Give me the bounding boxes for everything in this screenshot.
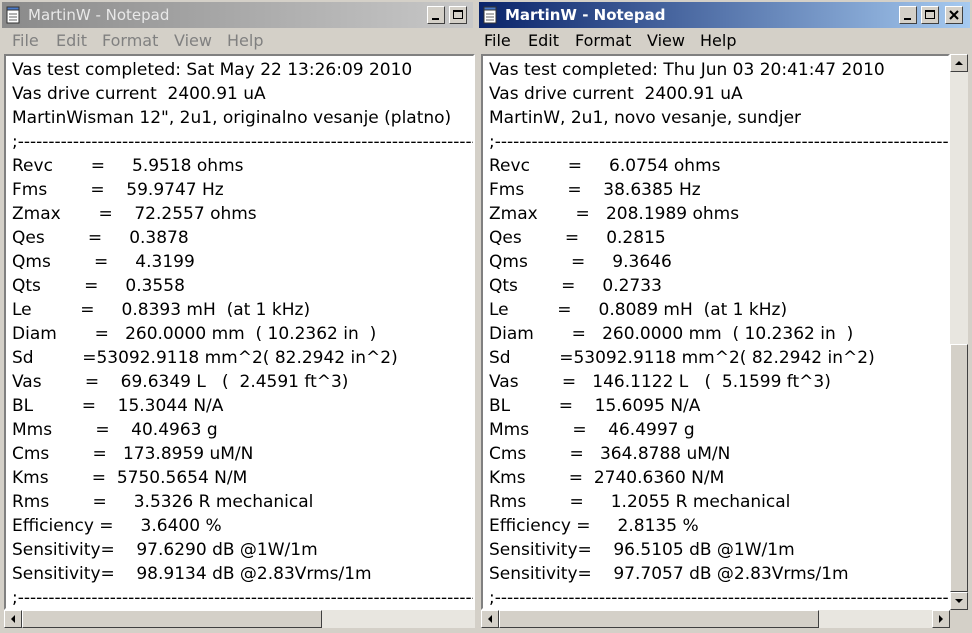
text-line: ;---------------------------------------…: [489, 132, 949, 152]
text-line: Rms = 1.2055 R mechanical: [489, 492, 791, 512]
close-button[interactable]: [945, 6, 963, 24]
menu-file[interactable]: File: [12, 31, 39, 50]
text-line: Sd =53092.9118 mm^2( 82.2942 in^2): [12, 348, 398, 368]
text-line: MartinW, 2u1, novo vesanje, sundjer: [489, 108, 802, 128]
text-line: Qms = 4.3199: [12, 252, 195, 272]
text-line: MartinWisman 12", 2u1, originalno vesanj…: [12, 108, 452, 128]
text-line: Cms = 173.8959 uM/N: [12, 444, 254, 464]
menu-help[interactable]: Help: [700, 31, 736, 50]
horizontal-scrollbar[interactable]: [4, 610, 475, 628]
text-line: Vas = 146.1122 L ( 5.1599 ft^3): [489, 372, 831, 392]
minimize-button[interactable]: [427, 6, 445, 24]
text-line: BL = 15.6095 N/A: [489, 396, 701, 416]
menu-file[interactable]: File: [484, 31, 511, 50]
text-line: Diam = 260.0000 mm ( 10.2362 in ): [12, 324, 377, 344]
text-line: Rms = 3.5326 R mechanical: [12, 492, 314, 512]
text-line: BL = 15.3044 N/A: [12, 396, 224, 416]
text-area[interactable]: Vas test completed: Sat May 22 13:26:09 …: [4, 54, 475, 610]
text-line: Sensitivity= 97.7057 dB @2.83Vrms/1m: [489, 564, 849, 584]
menu-view[interactable]: View: [647, 31, 685, 50]
text-line: Fms = 59.9747 Hz: [12, 180, 224, 200]
window-title: MartinW - Notepad: [505, 6, 666, 24]
text-line: Le = 0.8089 mH (at 1 kHz): [489, 300, 788, 320]
arrow-down-icon: [955, 599, 963, 603]
text-line: Sd =53092.9118 mm^2( 82.2942 in^2): [489, 348, 875, 368]
text-line: Mms = 40.4963 g: [12, 420, 218, 440]
horizontal-scroll-thumb[interactable]: [499, 610, 819, 628]
notepad-window-left[interactable]: MartinW - Notepad File Edit Format View …: [0, 0, 475, 633]
maximize-button[interactable]: [449, 6, 467, 24]
title-bar[interactable]: MartinW - Notepad: [2, 2, 473, 28]
vertical-scrollbar[interactable]: [950, 54, 968, 610]
text-line: Zmax = 72.2557 ohms: [12, 204, 257, 224]
arrow-right-icon: [939, 615, 943, 623]
text-line: Cms = 364.8788 uM/N: [489, 444, 731, 464]
text-line: Vas drive current 2400.91 uA: [489, 84, 743, 104]
text-line: Vas drive current 2400.91 uA: [12, 84, 266, 104]
vertical-scroll-thumb[interactable]: [950, 344, 968, 592]
text-line: ;---------------------------------------…: [12, 588, 475, 608]
text-line: ;---------------------------------------…: [489, 588, 949, 608]
text-line: Efficiency = 2.8135 %: [489, 516, 699, 536]
maximize-button[interactable]: [921, 6, 939, 24]
notepad-window-right[interactable]: MartinW - Notepad File Edit Format View …: [477, 0, 972, 633]
text-line: Qts = 0.3558: [12, 276, 185, 296]
text-line: Qts = 0.2733: [489, 276, 662, 296]
text-line: Revc = 5.9518 ohms: [12, 156, 244, 176]
notepad-icon[interactable]: [6, 6, 22, 24]
scroll-right-button[interactable]: [932, 610, 950, 628]
text-line: Qes = 0.3878: [12, 228, 189, 248]
text-line: Qms = 9.3646: [489, 252, 672, 272]
arrow-left-icon: [488, 615, 492, 623]
scroll-left-button[interactable]: [4, 610, 22, 628]
horizontal-scrollbar[interactable]: [481, 610, 950, 628]
scroll-left-button[interactable]: [481, 610, 499, 628]
text-line: Qes = 0.2815: [489, 228, 666, 248]
text-line: Zmax = 208.1989 ohms: [489, 204, 740, 224]
text-line: Vas test completed: Sat May 22 13:26:09 …: [12, 60, 413, 80]
menu-format[interactable]: Format: [102, 31, 158, 50]
minimize-icon: [904, 18, 911, 20]
menu-bar: File Edit Format View Help: [2, 29, 473, 51]
menu-help[interactable]: Help: [227, 31, 263, 50]
text-area[interactable]: Vas test completed: Thu Jun 03 20:41:47 …: [481, 54, 950, 610]
text-line: Sensitivity= 96.5105 dB @1W/1m: [489, 540, 795, 560]
text-line: Diam = 260.0000 mm ( 10.2362 in ): [489, 324, 854, 344]
maximize-icon: [925, 10, 935, 19]
text-line: Sensitivity= 98.9134 dB @2.83Vrms/1m: [12, 564, 372, 584]
scroll-down-button[interactable]: [950, 592, 968, 610]
window-title: MartinW - Notepad: [28, 6, 170, 24]
menu-format[interactable]: Format: [575, 31, 631, 50]
title-bar[interactable]: MartinW - Notepad: [479, 2, 970, 28]
text-line: Le = 0.8393 mH (at 1 kHz): [12, 300, 311, 320]
arrow-up-icon: [955, 61, 963, 65]
text-line: Kms = 2740.6360 N/M: [489, 468, 725, 488]
text-line: Vas = 69.6349 L ( 2.4591 ft^3): [12, 372, 349, 392]
resize-grip[interactable]: [950, 610, 968, 628]
text-line: Fms = 38.6385 Hz: [489, 180, 701, 200]
text-line: Vas test completed: Thu Jun 03 20:41:47 …: [489, 60, 885, 80]
text-line: Mms = 46.4997 g: [489, 420, 695, 440]
text-line: ;---------------------------------------…: [12, 132, 475, 152]
arrow-left-icon: [11, 615, 15, 623]
maximize-icon: [453, 10, 463, 19]
horizontal-scroll-thumb[interactable]: [22, 610, 322, 628]
minimize-button[interactable]: [899, 6, 917, 24]
scroll-up-button[interactable]: [950, 54, 968, 72]
text-line: Sensitivity= 97.6290 dB @1W/1m: [12, 540, 318, 560]
notepad-icon[interactable]: [483, 6, 499, 24]
menu-edit[interactable]: Edit: [528, 31, 559, 50]
menu-edit[interactable]: Edit: [56, 31, 87, 50]
minimize-icon: [432, 18, 439, 20]
menu-bar: File Edit Format View Help: [479, 29, 970, 51]
close-icon: [949, 10, 959, 20]
text-line: Efficiency = 3.6400 %: [12, 516, 222, 536]
text-line: Kms = 5750.5654 N/M: [12, 468, 248, 488]
text-line: Revc = 6.0754 ohms: [489, 156, 721, 176]
menu-view[interactable]: View: [174, 31, 212, 50]
